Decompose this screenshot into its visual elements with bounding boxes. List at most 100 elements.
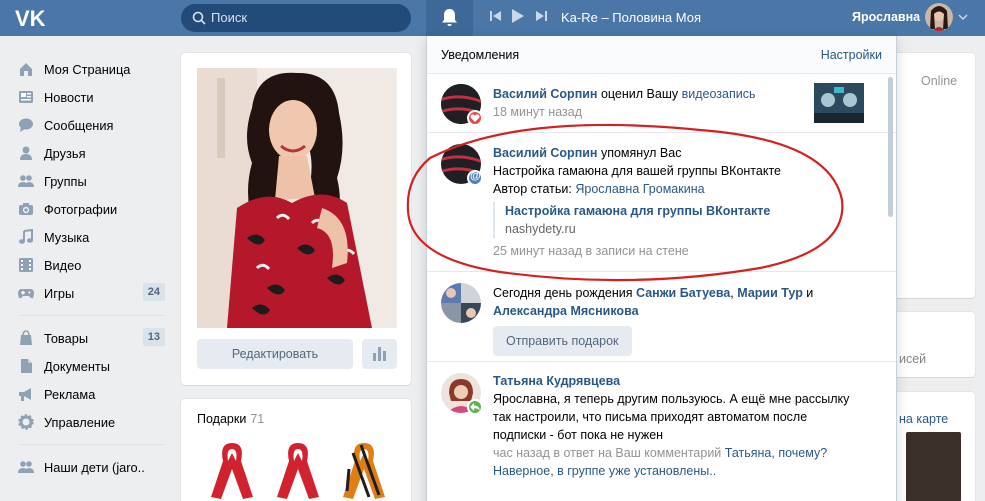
stats-icon (373, 347, 386, 361)
video-link[interactable]: видеозапись (682, 87, 756, 101)
sidebar-item[interactable]: Документы (14, 352, 169, 380)
right-card-top (890, 53, 975, 298)
snippet-domain: nashydety.ru (505, 222, 576, 236)
sidebar-item[interactable]: Новости (14, 83, 169, 111)
search-input[interactable]: Поиск (181, 4, 411, 32)
like-badge-icon (467, 110, 483, 126)
notifications-settings-link[interactable]: Настройки (821, 48, 882, 62)
sidebar-item[interactable]: Видео (14, 251, 169, 279)
notifications-title: Уведомления (441, 48, 520, 62)
sidebar-item-label: Сообщения (44, 117, 114, 133)
friends-icon (17, 145, 35, 161)
notification-text: Сегодня день рождения Санжи Батуева, Мар… (493, 284, 833, 356)
sidebar-item[interactable]: Друзья (14, 139, 169, 167)
birthday-name-link[interactable]: Марии Тур (737, 286, 803, 300)
sidebar-item[interactable]: Фотографии (14, 195, 169, 223)
sidebar-divider (20, 315, 164, 316)
games-icon (17, 285, 35, 301)
sidebar-item[interactable]: Товары 13 (14, 324, 169, 352)
sidebar-item[interactable]: Группы (14, 167, 169, 195)
sidebar-divider (20, 444, 164, 445)
notification-item[interactable]: Татьяна Кудрявцева Ярославна, я теперь д… (427, 363, 896, 501)
sidebar-item-label: Группы (44, 173, 87, 189)
ads-icon (17, 386, 35, 402)
sidebar-item[interactable]: Управление (14, 408, 169, 436)
sidebar-item-label: Товары (44, 330, 89, 346)
sidebar-item-label: Друзья (44, 145, 86, 161)
author-link[interactable]: Василий Сорпин (493, 87, 597, 101)
notification-item[interactable]: Сегодня день рождения Санжи Батуева, Мар… (427, 273, 896, 362)
notification-time[interactable]: 25 минут назад в записи на стене (493, 242, 863, 260)
messages-icon (17, 117, 35, 133)
link-snippet[interactable]: Настройка гамаюна для группы ВКонтакте n… (493, 202, 863, 238)
snippet-title[interactable]: Настройка гамаюна для группы ВКонтакте (505, 202, 863, 220)
groups-icon (17, 173, 35, 189)
left-sidebar: Моя Страница Новости Сообщения Друзья Группы… (14, 55, 169, 481)
avatar[interactable] (441, 283, 481, 323)
st-george-ribbon-gift-icon[interactable] (339, 439, 389, 501)
avatar[interactable] (925, 3, 953, 31)
video-thumbnail[interactable] (814, 83, 864, 123)
gifts-header[interactable]: Подарки 71 (197, 412, 264, 426)
bell-icon (442, 9, 457, 26)
red-ribbon-gift-icon[interactable] (207, 439, 257, 501)
notifications-button[interactable] (426, 0, 473, 36)
counter-badge[interactable]: 13 (142, 328, 165, 346)
notification-body: упомянул Вас (597, 146, 682, 160)
search-icon (192, 11, 206, 25)
play-icon[interactable] (511, 8, 525, 24)
right-card-photo[interactable] (906, 432, 961, 501)
edit-profile-button[interactable]: Редактировать (197, 339, 353, 369)
right-card-link[interactable]: на карте (899, 412, 948, 426)
profile-photo[interactable] (197, 68, 397, 328)
notification-time[interactable]: час назад в ответ на Ваш комментарий (493, 446, 725, 460)
stats-button[interactable] (362, 339, 397, 369)
article-author-label: Автор статьи: (493, 182, 576, 196)
scrollbar[interactable] (888, 77, 893, 217)
music-icon (17, 229, 35, 245)
notifications-dropdown: Уведомления Настройки Василий Сорпин оце… (426, 36, 897, 501)
author-link[interactable]: Василий Сорпин (493, 146, 597, 160)
documents-icon (17, 358, 35, 374)
counter-badge[interactable]: 24 (142, 283, 165, 301)
sidebar-item-label: Управление (44, 414, 116, 430)
vk-logo[interactable]: VK (15, 6, 47, 30)
gifts-count: 71 (250, 412, 265, 426)
goods-icon (17, 330, 35, 346)
user-name[interactable]: Ярославна (852, 10, 920, 24)
current-track[interactable]: Ka-Re – Половина Моя (561, 10, 701, 25)
sidebar-item-label: Музыка (44, 229, 90, 245)
sidebar-item-label: Наши дети (jaro.. (44, 459, 145, 475)
send-gift-button[interactable]: Отправить подарок (493, 326, 632, 356)
sidebar-item-label: Реклама (44, 386, 96, 402)
notification-item[interactable]: Василий Сорпин оценил Вашу видеозапись 1… (427, 75, 896, 133)
gifts-card: Подарки 71 (181, 399, 411, 501)
sidebar-item[interactable]: Моя Страница (14, 55, 169, 83)
mention-badge-icon: @ (467, 170, 483, 186)
manage-icon (17, 414, 35, 430)
sidebar-item-label: Новости (44, 89, 94, 105)
birthday-name-link[interactable]: Александра Мясникова (493, 304, 639, 318)
chevron-down-icon[interactable] (958, 14, 968, 20)
red-ribbon-gift-icon[interactable] (273, 439, 323, 501)
sidebar-item[interactable]: Реклама (14, 380, 169, 408)
notification-item[interactable]: @ Василий Сорпин упомянул Вас Настройка … (427, 134, 896, 272)
previous-track-icon[interactable] (490, 9, 502, 23)
sidebar-item-label: Моя Страница (44, 61, 131, 77)
sidebar-item[interactable]: Игры 24 (14, 279, 169, 307)
profile-photo-card: Редактировать (181, 53, 411, 385)
sidebar-item[interactable]: Наши дети (jaro.. (14, 453, 169, 481)
sidebar-item[interactable]: Сообщения (14, 111, 169, 139)
sidebar-item-label: Фотографии (44, 201, 118, 217)
sidebar-item[interactable]: Музыка (14, 223, 169, 251)
article-author-link[interactable]: Ярославна Громакина (575, 182, 704, 196)
next-track-icon[interactable] (535, 9, 547, 23)
right-card-middle (890, 312, 975, 377)
birthday-name-link[interactable]: Санжи Батуева (636, 286, 730, 300)
reply-badge-icon (467, 399, 483, 415)
online-status: Online (921, 74, 958, 88)
author-link[interactable]: Татьяна Кудрявцева (493, 372, 863, 390)
sidebar-item-label: Документы (44, 358, 110, 374)
birthday-separator: и (802, 286, 814, 300)
home-icon (17, 61, 35, 77)
